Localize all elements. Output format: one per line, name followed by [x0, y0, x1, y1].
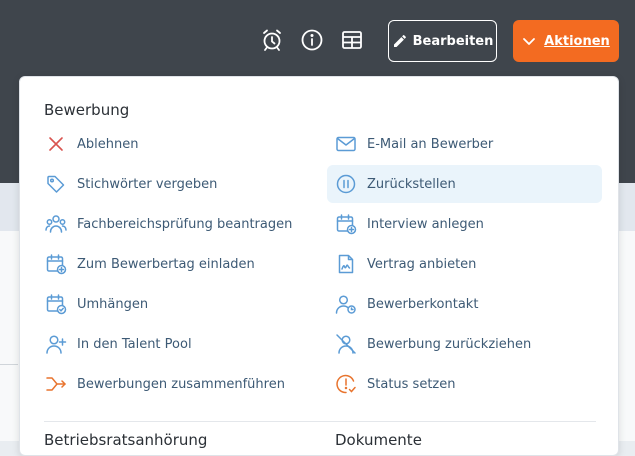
menu-item-email[interactable]: E-Mail an Bewerber	[327, 125, 602, 163]
alarm-clock-icon[interactable]	[260, 28, 284, 52]
menu-section-dokumente: Dokumente	[335, 431, 422, 449]
status-icon	[335, 373, 357, 395]
menu-item-bewerberkontakt[interactable]: Bewerberkontakt	[327, 285, 602, 323]
chevron-down-icon	[523, 38, 536, 45]
menu-item-label: Bewerbung zurückziehen	[367, 336, 532, 352]
menu-divider	[44, 421, 596, 422]
menu-item-label: Bewerbungen zusammenführen	[77, 376, 285, 392]
menu-item-label: Stichwörter vergeben	[77, 176, 218, 192]
menu-item-label: Interview anlegen	[367, 216, 484, 232]
menu-item-interview[interactable]: Interview anlegen	[327, 205, 602, 243]
menu-item-vertrag[interactable]: Vertrag anbieten	[327, 245, 602, 283]
actions-button[interactable]: Aktionen	[513, 20, 619, 62]
users-icon	[45, 213, 67, 235]
menu-item-zurueckziehen[interactable]: Bewerbung zurückziehen	[327, 325, 602, 363]
menu-item-fachbereichspruefung[interactable]: Fachbereichsprüfung beantragen	[37, 205, 317, 243]
menu-item-status-setzen[interactable]: Status setzen	[327, 365, 602, 403]
mail-icon	[335, 133, 357, 155]
tag-icon	[45, 173, 67, 195]
close-icon	[45, 133, 67, 155]
menu-item-stichwoerter[interactable]: Stichwörter vergeben	[37, 165, 317, 203]
menu-item-label: Zurückstellen	[367, 176, 456, 192]
menu-item-label: In den Talent Pool	[77, 336, 192, 352]
user-contact-icon	[335, 293, 357, 315]
menu-item-zurueckstellen[interactable]: Zurückstellen	[327, 165, 602, 203]
pause-icon	[335, 173, 357, 195]
menu-item-label: Bewerberkontakt	[367, 296, 479, 312]
menu-item-label: Zum Bewerbertag einladen	[77, 256, 255, 272]
user-off-icon	[335, 333, 357, 355]
calendar-plus-icon	[335, 213, 357, 235]
divider	[0, 364, 18, 365]
calendar-plus-icon	[45, 253, 67, 275]
edit-button[interactable]: Bearbeiten	[388, 20, 497, 62]
menu-item-label: Vertrag anbieten	[367, 256, 477, 272]
menu-item-umhaengen[interactable]: Umhängen	[37, 285, 317, 323]
menu-item-zusammenfuehren[interactable]: Bewerbungen zusammenführen	[37, 365, 317, 403]
info-icon[interactable]	[300, 28, 324, 52]
menu-item-bewerbertag[interactable]: Zum Bewerbertag einladen	[37, 245, 317, 283]
pencil-icon	[393, 35, 406, 47]
menu-section-betriebsrat: Betriebsratsanhörung	[44, 431, 208, 449]
menu-item-label: Status setzen	[367, 376, 456, 392]
menu-item-label: Umhängen	[77, 296, 149, 312]
menu-item-label: E-Mail an Bewerber	[367, 136, 494, 152]
menu-item-ablehnen[interactable]: Ablehnen	[37, 125, 317, 163]
user-plus-icon	[45, 333, 67, 355]
actions-dropdown-menu: Bewerbung Ablehnen Stichwörter vergeben …	[19, 76, 619, 456]
menu-section-title: Bewerbung	[44, 101, 130, 119]
merge-icon	[45, 373, 67, 395]
menu-item-label: Ablehnen	[77, 136, 139, 152]
table-icon[interactable]	[340, 28, 364, 52]
calendar-check-icon	[45, 293, 67, 315]
document-icon	[335, 253, 357, 275]
edit-button-label: Bearbeiten	[412, 33, 494, 49]
menu-item-talent-pool[interactable]: In den Talent Pool	[37, 325, 317, 363]
actions-button-label: Aktionen	[544, 33, 610, 49]
menu-item-label: Fachbereichsprüfung beantragen	[77, 216, 293, 232]
